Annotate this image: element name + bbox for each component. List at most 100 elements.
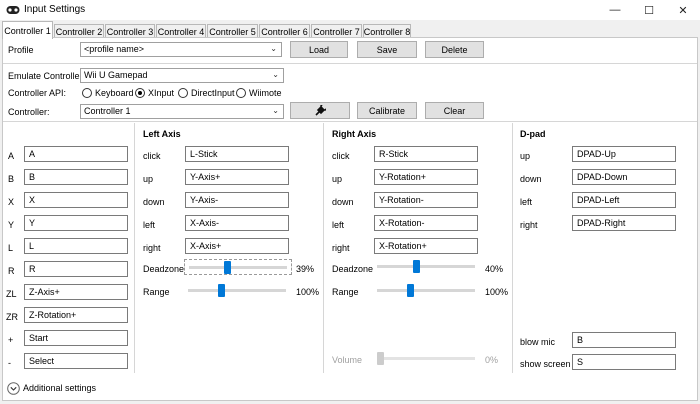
button-label-a: A xyxy=(8,151,15,161)
volume-label: Volume xyxy=(332,355,363,365)
button-label-zr: ZR xyxy=(6,312,18,322)
calibrate-button[interactable]: Calibrate xyxy=(357,102,417,119)
radio-directinput[interactable] xyxy=(178,88,188,98)
right-axis-field-left[interactable]: X-Rotation- xyxy=(374,215,478,231)
left-axis-label-click: click xyxy=(143,151,161,161)
chevron-down-icon: ⌄ xyxy=(272,106,279,115)
radio-xinput[interactable] xyxy=(135,88,145,98)
left-deadzone-label: Deadzone xyxy=(143,264,185,274)
radio-wiimote[interactable] xyxy=(236,88,246,98)
button-label-l: L xyxy=(8,243,14,253)
emulate-controller-combo[interactable]: Wii U Gamepad ⌄ xyxy=(80,68,284,83)
left-deadzone-slider[interactable] xyxy=(184,259,292,275)
emulate-controller-value: Wii U Gamepad xyxy=(84,70,148,80)
tab-controller-5[interactable]: Controller 5 xyxy=(207,24,258,38)
right-range-slider[interactable] xyxy=(373,283,481,299)
profile-label: Profile xyxy=(8,45,34,55)
radio-keyboard[interactable] xyxy=(82,88,92,98)
dpad-field-right[interactable]: DPAD-Right xyxy=(572,215,676,231)
dpad-field-left[interactable]: DPAD-Left xyxy=(572,192,676,208)
plug-icon xyxy=(315,104,326,116)
load-button[interactable]: Load xyxy=(290,41,348,58)
tab-controller-4[interactable]: Controller 4 xyxy=(156,24,206,38)
slider-track xyxy=(189,266,287,269)
tab-controller-6[interactable]: Controller 6 xyxy=(259,24,310,38)
slider-track xyxy=(377,357,475,360)
chevron-down-icon xyxy=(7,381,20,395)
additional-settings-toggle[interactable]: Additional settings xyxy=(7,381,96,395)
column-divider xyxy=(512,123,513,373)
right-axis-label-click: click xyxy=(332,151,350,161)
button-field-zl[interactable]: Z-Axis+ xyxy=(24,284,128,300)
right-axis-field-click[interactable]: R-Stick xyxy=(374,146,478,162)
slider-thumb[interactable] xyxy=(407,284,415,297)
left-axis-field-right[interactable]: X-Axis+ xyxy=(185,238,289,254)
button-field-minus[interactable]: Select xyxy=(24,353,128,369)
button-field-b[interactable]: B xyxy=(24,169,128,185)
left-axis-field-up[interactable]: Y-Axis+ xyxy=(185,169,289,185)
gamepad-icon xyxy=(6,6,20,14)
left-axis-title: Left Axis xyxy=(143,129,181,139)
button-label-x: X xyxy=(8,197,15,207)
dpad-title: D-pad xyxy=(520,129,546,139)
slider-thumb[interactable] xyxy=(413,260,421,273)
button-field-x[interactable]: X xyxy=(24,192,128,208)
close-button[interactable]: ✕ xyxy=(666,0,700,20)
controller-value: Controller 1 xyxy=(84,106,131,116)
right-axis-field-down[interactable]: Y-Rotation- xyxy=(374,192,478,208)
right-axis-field-up[interactable]: Y-Rotation+ xyxy=(374,169,478,185)
left-axis-label-left: left xyxy=(143,220,156,230)
left-axis-field-click[interactable]: L-Stick xyxy=(185,146,289,162)
left-range-value: 100% xyxy=(296,287,320,297)
button-field-a[interactable]: A xyxy=(24,146,128,162)
maximize-button[interactable]: ☐ xyxy=(632,0,666,20)
button-field-plus[interactable]: Start xyxy=(24,330,128,346)
left-axis-field-down[interactable]: Y-Axis- xyxy=(185,192,289,208)
right-axis-field-right[interactable]: X-Rotation+ xyxy=(374,238,478,254)
right-deadzone-slider[interactable] xyxy=(373,259,481,275)
dpad-field-up[interactable]: DPAD-Up xyxy=(572,146,676,162)
left-range-slider[interactable] xyxy=(184,283,292,299)
tab-controller-8[interactable]: Controller 8 xyxy=(363,24,411,38)
right-axis-label-left: left xyxy=(332,220,345,230)
profile-combo[interactable]: <profile name> ⌄ xyxy=(80,42,282,57)
left-axis-field-left[interactable]: X-Axis- xyxy=(185,215,289,231)
radio-xinput-label: XInput xyxy=(148,88,175,98)
show-screen-field[interactable]: S xyxy=(572,354,676,370)
left-deadzone-value: 39% xyxy=(296,264,315,274)
right-axis-title: Right Axis xyxy=(332,129,377,139)
chevron-down-icon: ⌄ xyxy=(272,70,279,79)
dpad-field-down[interactable]: DPAD-Down xyxy=(572,169,676,185)
button-field-l[interactable]: L xyxy=(24,238,128,254)
minimize-button[interactable]: — xyxy=(598,0,632,20)
emulate-controller-label: Emulate Controller xyxy=(8,71,83,81)
tab-controller-2[interactable]: Controller 2 xyxy=(54,24,104,38)
title-bar xyxy=(0,0,700,20)
slider-thumb[interactable] xyxy=(224,261,232,274)
controller-combo[interactable]: Controller 1 ⌄ xyxy=(80,104,284,119)
blow-mic-label: blow mic xyxy=(520,337,556,347)
save-button[interactable]: Save xyxy=(357,41,417,58)
left-axis-label-right: right xyxy=(143,243,161,253)
button-label-plus: + xyxy=(8,335,14,345)
right-axis-label-right: right xyxy=(332,243,350,253)
slider-thumb[interactable] xyxy=(377,352,384,365)
clear-button[interactable]: Clear xyxy=(425,102,484,119)
slider-track xyxy=(377,289,475,292)
button-field-zr[interactable]: Z-Rotation+ xyxy=(24,307,128,323)
button-label-b: B xyxy=(8,174,15,184)
button-field-y[interactable]: Y xyxy=(24,215,128,231)
right-axis-label-down: down xyxy=(332,197,354,207)
slider-thumb[interactable] xyxy=(218,284,226,297)
tab-controller-1[interactable]: Controller 1 xyxy=(2,21,53,39)
right-range-value: 100% xyxy=(485,287,509,297)
button-field-r[interactable]: R xyxy=(24,261,128,277)
delete-button[interactable]: Delete xyxy=(425,41,484,58)
volume-slider[interactable] xyxy=(373,351,481,367)
window-title: Input Settings xyxy=(24,4,86,15)
tab-controller-7[interactable]: Controller 7 xyxy=(311,24,362,38)
blow-mic-field[interactable]: B xyxy=(572,332,676,348)
button-label-r: R xyxy=(8,266,15,276)
connect-button[interactable] xyxy=(290,102,350,119)
tab-controller-3[interactable]: Controller 3 xyxy=(105,24,155,38)
